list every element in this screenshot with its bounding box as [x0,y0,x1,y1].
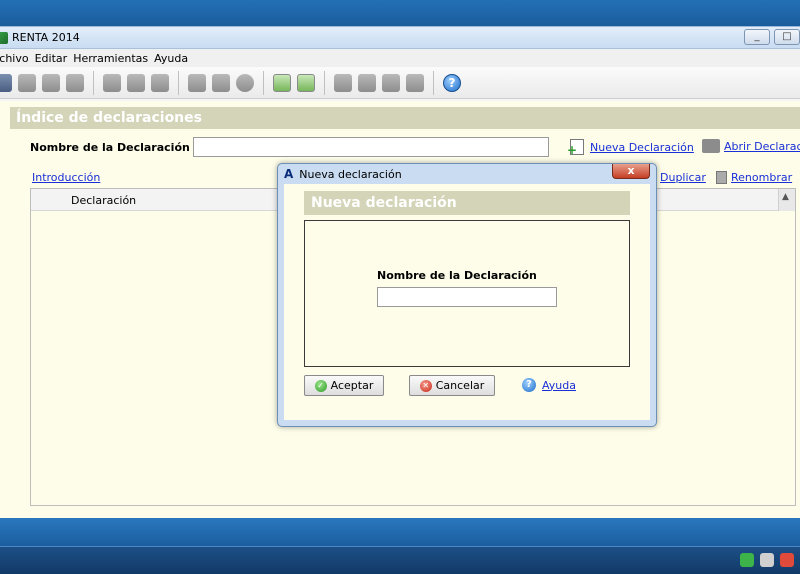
new-document-icon[interactable] [18,73,36,92]
desktop-background [0,0,800,26]
import-icon[interactable] [273,73,291,92]
title-bar[interactable]: RENTA 2014 _ □ [0,27,800,49]
save-icon[interactable] [66,73,84,92]
print-preview-icon[interactable] [151,73,169,92]
help-link-group[interactable]: ? Ayuda [522,378,576,392]
column-header-declaracion[interactable]: Declaración [71,194,136,207]
toolbar-separator [263,70,264,95]
toolbar: ? [0,67,800,99]
duplicate-link[interactable]: Duplicar [660,171,706,184]
close-button[interactable]: x [612,164,650,179]
menu-bar: rchivo Editar Herramientas Ayuda [0,49,800,67]
introduction-link[interactable]: Introducción [32,171,100,184]
cancel-button[interactable]: ✕ Cancelar [409,375,495,396]
new-declaration-link-group[interactable]: Nueva Declaración [567,139,694,157]
users-icon[interactable] [358,73,376,92]
rename-link-group[interactable]: Renombrar [716,171,792,184]
desktop-background-bottom [0,518,800,546]
maximize-button[interactable]: □ [774,29,800,45]
cancel-icon: ✕ [419,379,432,392]
new-declaration-link[interactable]: Nueva Declaración [590,141,694,154]
cancel-button-label: Cancelar [435,379,485,392]
rename-link[interactable]: Renombrar [731,171,792,184]
volume-muted-icon[interactable] [780,553,794,567]
open-folder-icon[interactable] [42,73,60,92]
toolbar-separator [93,70,94,95]
open-declaration-link-group[interactable]: Abrir Declaració [702,139,800,153]
app-icon [0,31,8,44]
toolbar-separator [433,70,434,95]
new-declaration-icon [567,139,584,157]
rename-icon [716,171,727,184]
name-input[interactable] [193,137,549,157]
open-declaration-link[interactable]: Abrir Declaració [724,140,800,153]
check-icon: ✓ [314,379,327,392]
toolbar-separator [324,70,325,95]
accept-button-label: Aceptar [330,379,374,392]
dialog-title: Nueva declaración [299,167,402,181]
dialog-name-label: Nombre de la Declaración [377,269,537,282]
window-controls: _ □ [744,29,800,45]
accept-button[interactable]: ✓ Aceptar [304,375,384,396]
dialog-header: Nueva declaración [304,191,630,215]
new-declaration-dialog: A Nueva declaración x Nueva declaración … [277,163,657,427]
help-icon: ? [522,378,536,392]
agency-logo-icon: A [284,167,294,181]
sync-icon[interactable] [740,553,754,567]
menu-editar[interactable]: Editar [32,52,71,65]
app-menu-icon[interactable] [0,73,12,92]
menu-herramientas[interactable]: Herramientas [70,52,151,65]
menu-ayuda[interactable]: Ayuda [151,52,191,65]
dialog-panel: Nombre de la Declaración [304,220,630,367]
section-title: Índice de declaraciones [10,107,800,129]
list-icon[interactable] [382,73,400,92]
network-icon[interactable] [760,553,774,567]
system-tray [740,553,794,567]
taskbar [0,546,800,574]
folder-icon [702,139,720,153]
checklist-icon[interactable] [188,73,206,92]
dialog-name-input[interactable] [377,287,557,307]
window-title: RENTA 2014 [12,31,80,44]
help-link[interactable]: Ayuda [542,379,576,392]
form-icon[interactable] [406,73,424,92]
scroll-up-button[interactable] [778,189,795,211]
dialog-title-bar[interactable]: A Nueva declaración x [278,164,656,184]
minimize-button[interactable]: _ [744,29,770,45]
menu-archivo[interactable]: rchivo [0,52,32,65]
print-icon[interactable] [127,73,145,92]
help-icon[interactable]: ? [443,73,461,92]
edit-icon[interactable] [334,73,352,92]
toolbar-separator [178,70,179,95]
dialog-body: Nueva declaración Nombre de la Declaraci… [284,184,650,420]
export-icon[interactable] [297,73,315,92]
name-label: Nombre de la Declaración [30,141,190,154]
search-icon[interactable] [103,73,121,92]
info-icon[interactable] [236,73,254,92]
calculator-icon[interactable] [212,73,230,92]
